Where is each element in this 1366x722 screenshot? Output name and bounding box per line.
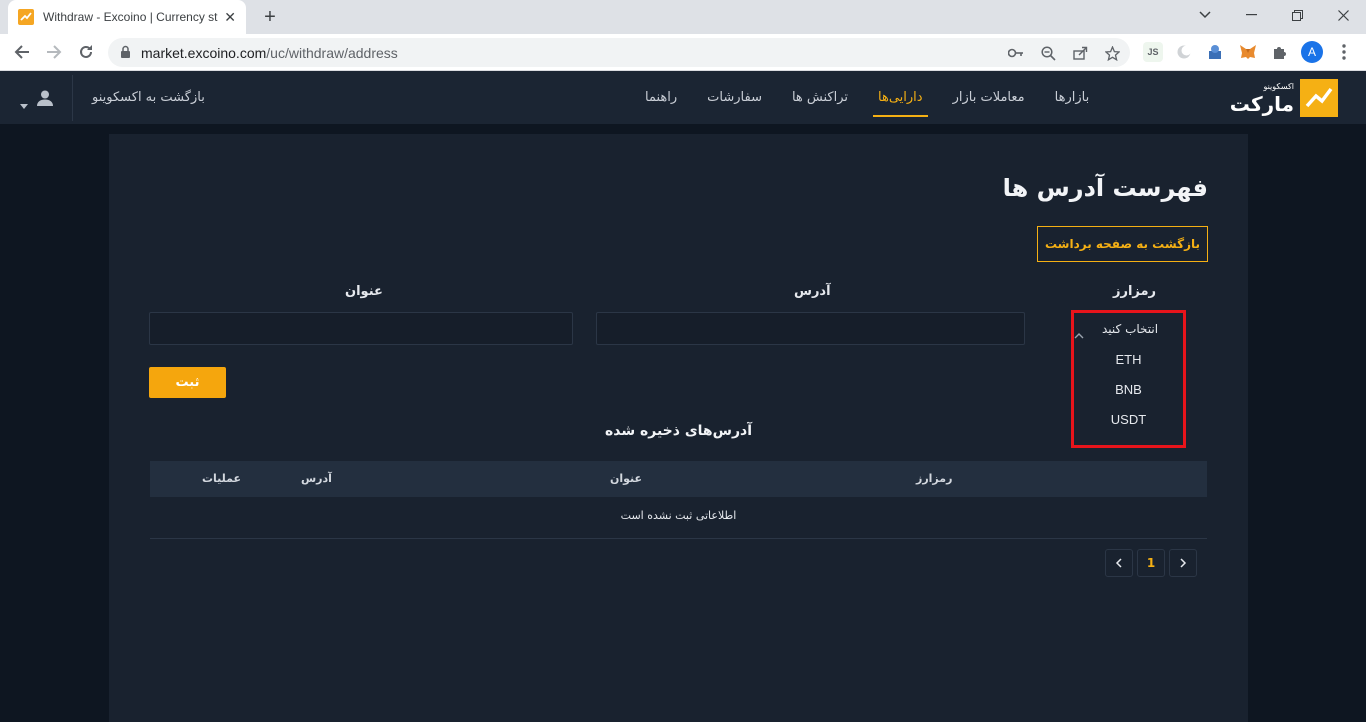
select-placeholder: انتخاب کنید <box>1102 322 1159 336</box>
close-window-button[interactable] <box>1320 0 1366 30</box>
header-divider <box>72 75 73 121</box>
currency-option-bnb[interactable]: BNB <box>1074 375 1183 405</box>
reload-icon[interactable] <box>74 40 98 64</box>
pagination: 1 <box>1105 549 1197 577</box>
pagination-prev-button[interactable] <box>1105 549 1133 577</box>
column-title: عنوان <box>610 472 643 485</box>
browser-tab[interactable]: Withdraw - Excoino | Currency st ✕ <box>8 0 246 34</box>
profile-avatar[interactable]: A <box>1301 41 1323 63</box>
nav-market-trades[interactable]: معاملات بازار <box>938 71 1040 124</box>
site-header: اکسکوینو مارکت بازارها معاملات بازار دار… <box>0 71 1366 124</box>
share-icon[interactable] <box>1072 45 1088 61</box>
nav-transactions[interactable]: تراکنش ها <box>777 71 863 124</box>
browser-tab-bar: Withdraw - Excoino | Currency st ✕ + <box>0 0 1366 34</box>
tab-search-icon[interactable] <box>1182 0 1228 30</box>
saved-addresses-title: آدرس‌های ذخیره شده <box>605 423 752 439</box>
column-currency: رمزارز <box>916 472 953 485</box>
main-navigation: بازارها معاملات بازار دارایی‌ها تراکنش ه… <box>630 71 1104 124</box>
lock-icon <box>120 43 131 62</box>
logo-subtitle: اکسکوینو <box>1263 81 1295 91</box>
pagination-page-current[interactable]: 1 <box>1137 549 1165 577</box>
address-label: آدرس <box>794 284 831 299</box>
key-icon[interactable] <box>1008 45 1024 61</box>
currency-option-eth[interactable]: ETH <box>1074 345 1183 375</box>
back-to-withdraw-button[interactable]: بازگشت به صفحه برداشت <box>1036 226 1208 262</box>
submit-button[interactable]: ثبت <box>149 367 226 398</box>
nav-assets[interactable]: دارایی‌ها <box>863 71 938 124</box>
extension-badge-icon[interactable] <box>1205 42 1225 62</box>
chevron-up-icon <box>1074 325 1084 339</box>
back-to-excoino-link[interactable]: بازگشت به اکسکوینو <box>92 71 205 124</box>
extension-moon-icon[interactable] <box>1174 42 1194 62</box>
forward-arrow-icon[interactable] <box>42 40 66 64</box>
browser-toolbar: market.excoino.com/uc/withdraw/address J… <box>0 34 1366 71</box>
nav-help[interactable]: راهنما <box>630 71 692 124</box>
address-list-panel: فهرست آدرس ها بازگشت به صفحه برداشت رمزا… <box>109 134 1248 722</box>
minimize-button[interactable] <box>1228 0 1274 30</box>
nav-orders[interactable]: سفارشات <box>692 71 777 124</box>
back-arrow-icon[interactable] <box>10 40 34 64</box>
restore-button[interactable] <box>1274 0 1320 30</box>
browser-menu-icon[interactable] <box>1334 42 1354 62</box>
url-text: market.excoino.com/uc/withdraw/address <box>141 44 398 61</box>
user-menu-caret-icon[interactable] <box>20 95 28 109</box>
currency-select[interactable]: انتخاب کنید <box>1074 313 1183 345</box>
logo-title: مارکت <box>1229 91 1294 116</box>
page-title: فهرست آدرس ها <box>1002 174 1208 202</box>
user-icon[interactable] <box>36 89 54 107</box>
site-favicon-icon <box>18 9 34 25</box>
logo-chart-icon <box>1300 79 1338 117</box>
saved-addresses-table-header: رمزارز عنوان آدرس عملیات <box>150 461 1207 497</box>
column-address: آدرس <box>301 472 332 485</box>
zoom-out-icon[interactable] <box>1040 45 1056 61</box>
bookmark-star-icon[interactable] <box>1104 45 1120 61</box>
pagination-next-button[interactable] <box>1169 549 1197 577</box>
nav-markets[interactable]: بازارها <box>1040 71 1105 124</box>
site-logo[interactable]: اکسکوینو مارکت <box>1230 79 1338 117</box>
extensions-puzzle-icon[interactable] <box>1270 42 1290 62</box>
title-label: عنوان <box>345 284 383 299</box>
js-extension-icon[interactable]: JS <box>1143 42 1163 62</box>
new-tab-button[interactable]: + <box>258 5 282 29</box>
currency-label: رمزارز <box>1113 284 1157 299</box>
table-empty-message: اطلاعاتی ثبت نشده است <box>150 497 1207 539</box>
tab-title: Withdraw - Excoino | Currency st <box>43 10 218 24</box>
address-bar[interactable]: market.excoino.com/uc/withdraw/address <box>108 38 1130 67</box>
column-actions: عملیات <box>202 472 242 485</box>
tab-close-icon[interactable]: ✕ <box>224 9 236 26</box>
address-input[interactable] <box>596 312 1025 345</box>
title-input[interactable] <box>149 312 573 345</box>
metamask-fox-icon[interactable] <box>1238 42 1258 62</box>
